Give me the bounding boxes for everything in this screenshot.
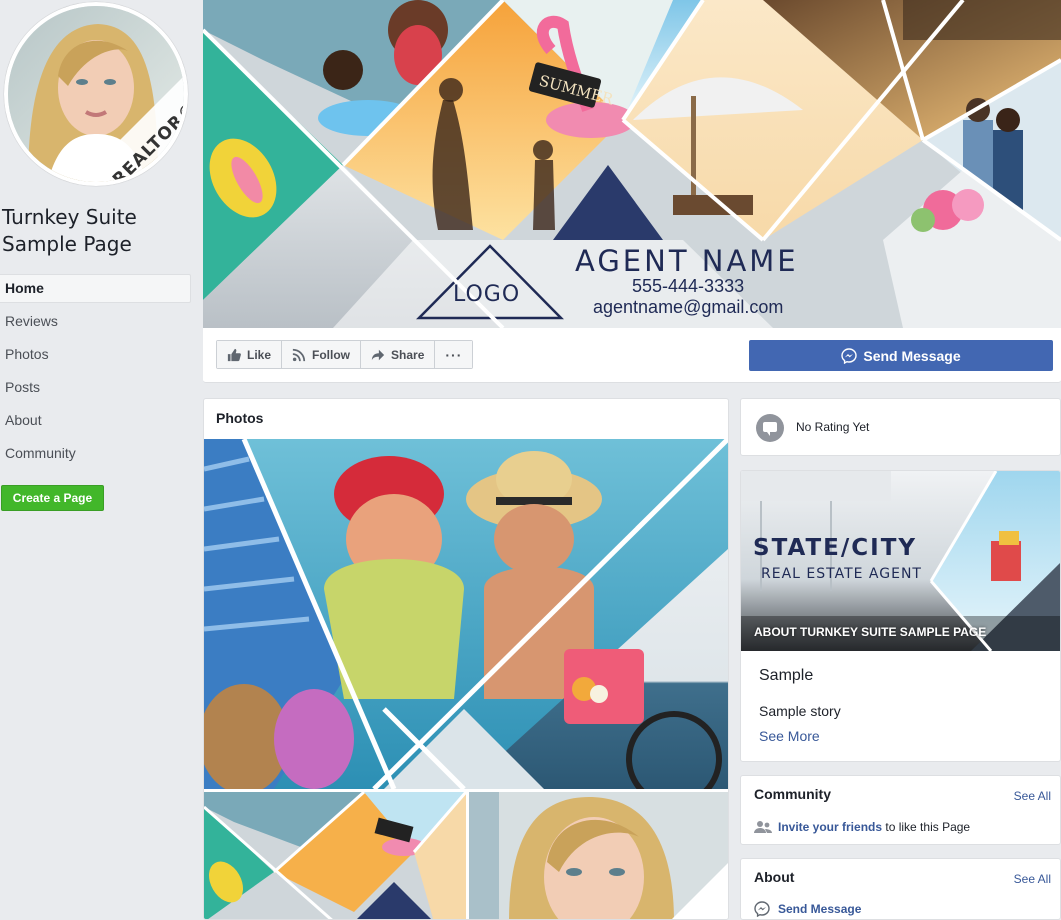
rating-status: No Rating Yet xyxy=(796,420,870,434)
state-city-heading: STATE/CITY xyxy=(753,535,918,561)
nav-item-community[interactable]: Community xyxy=(0,439,191,472)
friends-icon xyxy=(754,821,772,833)
about-image-caption: ABOUT TURNKEY SUITE SAMPLE PAGE xyxy=(754,625,987,639)
agent-phone: 555-444-3333 xyxy=(632,276,745,296)
nav-item-photos[interactable]: Photos xyxy=(0,340,191,373)
left-sidebar: REALTOR® Turnkey Suite Sample Page Home … xyxy=(0,0,196,920)
like-label: Like xyxy=(247,347,272,362)
agent-email: agentname@gmail.com xyxy=(593,297,784,317)
follow-label: Follow xyxy=(312,347,351,362)
about-story-card: STATE/CITY REAL ESTATE AGENT ABOUT TURNK… xyxy=(740,470,1061,762)
create-page-button[interactable]: Create a Page xyxy=(1,485,104,511)
community-card-title[interactable]: Community xyxy=(754,786,831,802)
more-options-button[interactable]: ··· xyxy=(435,341,473,368)
community-see-all-link[interactable]: See All xyxy=(1014,789,1051,803)
rating-card: No Rating Yet xyxy=(740,398,1061,456)
photos-card-title[interactable]: Photos xyxy=(216,410,263,426)
about-section-title[interactable]: About xyxy=(754,869,794,885)
see-more-link[interactable]: See More xyxy=(759,728,820,744)
share-arrow-icon xyxy=(371,349,385,360)
send-message-button[interactable]: Send Message xyxy=(749,340,1053,371)
page-action-bar: Like Follow Share ··· Send Message xyxy=(203,328,1061,383)
photo-cover-thumbnail[interactable] xyxy=(204,792,466,919)
about-send-message-label: Send Message xyxy=(778,902,862,916)
photo-beach-couple[interactable] xyxy=(204,439,728,789)
nav-item-posts[interactable]: Posts xyxy=(0,373,191,406)
about-see-all-link[interactable]: See All xyxy=(1014,872,1051,886)
nav-item-about[interactable]: About xyxy=(0,406,191,439)
photo-profile-thumbnail[interactable] xyxy=(469,792,728,919)
page-title[interactable]: Turnkey Suite Sample Page xyxy=(2,204,192,258)
profile-picture[interactable]: REALTOR® xyxy=(4,2,188,186)
follow-button[interactable]: Follow xyxy=(282,341,362,368)
real-estate-agent-subtitle: REAL ESTATE AGENT xyxy=(761,566,922,582)
review-speech-icon xyxy=(756,414,784,442)
nav-item-home[interactable]: Home xyxy=(0,274,191,303)
messenger-icon xyxy=(841,347,858,364)
rss-follow-icon xyxy=(292,348,306,361)
agent-portrait xyxy=(8,6,184,182)
cover-thumbnail-image xyxy=(204,792,466,919)
share-label: Share xyxy=(391,347,425,362)
agent-name: AGENT NAME xyxy=(575,244,799,278)
cover-photo[interactable]: SUMMER LOGO AGENT NAME 555-444-3333 agen… xyxy=(203,0,1061,328)
photos-card: Photos xyxy=(203,398,729,920)
about-story-image[interactable]: STATE/CITY REAL ESTATE AGENT ABOUT TURNK… xyxy=(741,471,1060,651)
invite-friends-link[interactable]: Invite your friends xyxy=(778,820,882,834)
like-button[interactable]: Like xyxy=(217,341,283,368)
invite-friends-row: Invite your friends to like this Page xyxy=(754,820,970,834)
cover-logo-text: LOGO xyxy=(453,282,521,307)
agent-headshot-thumbnail xyxy=(469,792,728,919)
page-navigation: Home Reviews Photos Posts About Communit… xyxy=(0,274,191,472)
messenger-icon xyxy=(754,901,770,917)
send-message-label: Send Message xyxy=(863,347,961,364)
action-button-group: Like Follow Share ··· xyxy=(216,340,474,369)
community-card: Community See All Invite your friends to… xyxy=(740,775,1061,845)
about-story-text: Sample story xyxy=(759,703,841,719)
about-section-card: About See All Send Message xyxy=(740,858,1061,920)
state-city-banner xyxy=(741,471,1060,651)
more-dots-icon: ··· xyxy=(445,346,463,363)
invite-friends-text: to like this Page xyxy=(885,820,971,834)
about-story-heading: Sample xyxy=(759,667,814,684)
share-button[interactable]: Share xyxy=(361,341,436,368)
about-send-message-link[interactable]: Send Message xyxy=(754,901,861,917)
beach-collage-image xyxy=(204,439,728,789)
thumbs-up-icon xyxy=(227,348,241,361)
nav-item-reviews[interactable]: Reviews xyxy=(0,307,191,340)
